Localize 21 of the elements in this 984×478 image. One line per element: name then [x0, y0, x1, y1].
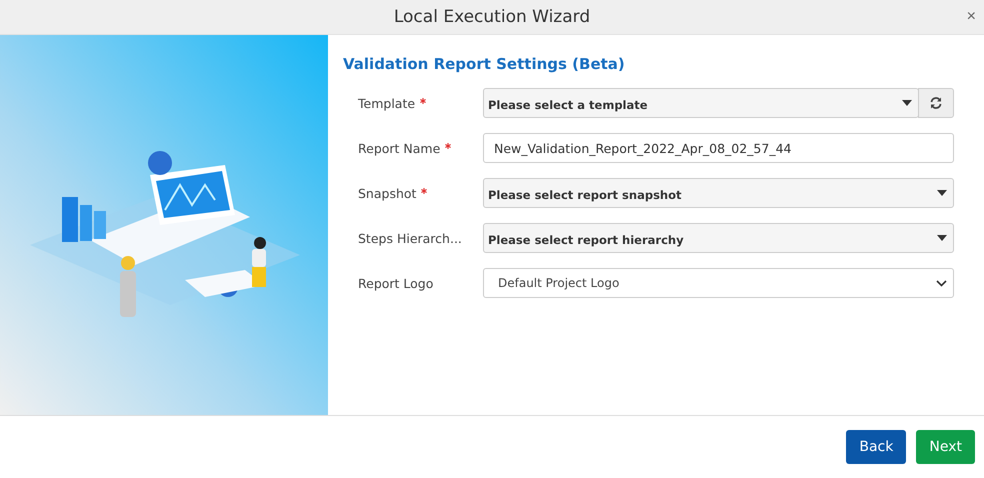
dropdown[interactable]: Please select a template	[483, 88, 919, 118]
field-label: Report Logo	[358, 276, 434, 290]
next-button[interactable]: Next	[916, 430, 975, 464]
field-label: Report Name	[358, 140, 440, 156]
window-title: Local Execution Wizard	[394, 7, 590, 27]
section-title: Validation Report Settings (Beta)	[343, 55, 626, 73]
close-button[interactable]: ×	[966, 9, 976, 25]
caret-icon	[937, 190, 947, 196]
dropdown[interactable]: Default Project Logo	[483, 268, 954, 298]
caret-icon	[902, 100, 912, 106]
chevron-icon	[936, 280, 947, 286]
dropdown[interactable]: Please select report snapshot	[483, 178, 954, 208]
refresh-icon	[929, 96, 943, 110]
dropdown[interactable]: Please select report hierarchy	[483, 223, 954, 253]
back-button[interactable]: Back	[846, 430, 906, 464]
report-name-field[interactable]: New_Validation_Report_2022_Apr_08_02_57_44	[483, 133, 954, 163]
caret-icon	[937, 235, 947, 241]
field-label: Snapshot	[358, 186, 416, 200]
field-label: Template	[358, 96, 416, 110]
refresh-button[interactable]	[918, 88, 954, 118]
field-label: Steps Hierarch...	[358, 230, 462, 246]
